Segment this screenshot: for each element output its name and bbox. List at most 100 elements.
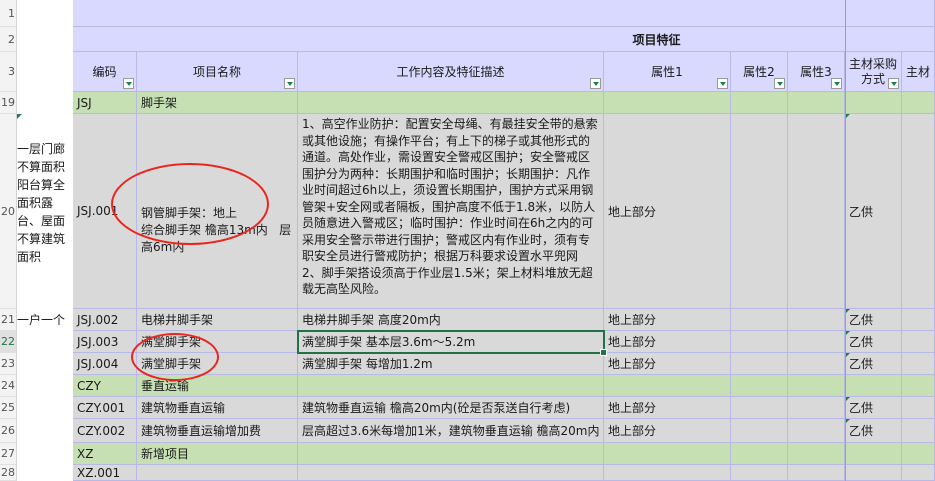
- cell-supply[interactable]: 乙供: [845, 331, 902, 353]
- cell-name[interactable]: 垂直运输: [137, 375, 298, 397]
- row-header[interactable]: 20: [0, 114, 17, 309]
- cell-material[interactable]: [902, 375, 935, 397]
- cell-attr1[interactable]: 地上部分: [604, 419, 731, 443]
- cell-code[interactable]: JSJ: [73, 92, 137, 114]
- row-header[interactable]: 28: [0, 465, 17, 481]
- cell-code[interactable]: JSJ.003: [73, 331, 137, 353]
- row-header[interactable]: 21: [0, 309, 17, 331]
- cell-attr1[interactable]: 地上部分: [604, 309, 731, 331]
- row-header[interactable]: 26: [0, 419, 17, 443]
- cell-desc[interactable]: [298, 92, 604, 114]
- column-header-code[interactable]: 编码: [73, 52, 137, 92]
- note-cell[interactable]: 一层门廊不算面积阳台算全面积露台、屋面不算建筑面积: [17, 140, 72, 265]
- cell-name[interactable]: 满堂脚手架: [137, 331, 298, 353]
- cell-name[interactable]: [137, 465, 298, 481]
- column-header-attr1[interactable]: 属性1: [604, 52, 731, 92]
- column-header-attr3[interactable]: 属性3: [788, 52, 845, 92]
- cell-attr3[interactable]: [788, 419, 845, 443]
- cell-attr2[interactable]: [731, 331, 788, 353]
- cell-code[interactable]: JSJ.001: [73, 114, 137, 309]
- cell-attr3[interactable]: [788, 114, 845, 309]
- cell-attr1[interactable]: 地上部分: [604, 353, 731, 375]
- cell-attr1[interactable]: 地上部分: [604, 331, 731, 353]
- cell-code[interactable]: CZY.001: [73, 397, 137, 419]
- cell-attr2[interactable]: [731, 397, 788, 419]
- cell-attr3[interactable]: [788, 331, 845, 353]
- cell-supply[interactable]: [845, 465, 902, 481]
- row-header[interactable]: 3: [0, 52, 17, 92]
- cell-attr2[interactable]: [731, 465, 788, 481]
- group-title[interactable]: 项目特征: [73, 27, 935, 52]
- cell-attr1[interactable]: 地上部分: [604, 114, 731, 309]
- cell-code[interactable]: XZ: [73, 443, 137, 465]
- cell-attr2[interactable]: [731, 92, 788, 114]
- cell-desc[interactable]: 层高超过3.6米每增加1米，建筑物垂直运输 檐高20m内: [298, 419, 604, 443]
- row-header[interactable]: 27: [0, 443, 17, 465]
- cell-name[interactable]: 建筑物垂直运输增加费: [137, 419, 298, 443]
- filter-dropdown-icon[interactable]: [888, 78, 899, 89]
- cell-attr2[interactable]: [731, 419, 788, 443]
- cell-desc[interactable]: [298, 443, 604, 465]
- cell-attr2[interactable]: [731, 309, 788, 331]
- cell-desc[interactable]: 1、高空作业防护：配置安全母绳、有最挂安全带的悬索或其他设施；有操作平台；有上下…: [298, 114, 604, 309]
- cell-supply[interactable]: 乙供: [845, 397, 902, 419]
- row-header[interactable]: 22: [0, 331, 17, 353]
- cell-material[interactable]: [902, 397, 935, 419]
- cell-attr1[interactable]: [604, 92, 731, 114]
- filter-dropdown-icon[interactable]: [284, 78, 295, 89]
- cell-desc[interactable]: 满堂脚手架 基本层3.6m～5.2m: [298, 331, 604, 353]
- cell-attr3[interactable]: [788, 443, 845, 465]
- cell[interactable]: [73, 0, 935, 27]
- cell-supply[interactable]: 乙供: [845, 114, 902, 309]
- row-header[interactable]: 2: [0, 27, 17, 52]
- cell-attr2[interactable]: [731, 375, 788, 397]
- cell-name[interactable]: 建筑物垂直运输: [137, 397, 298, 419]
- cell-material[interactable]: [902, 92, 935, 114]
- cell-material[interactable]: [902, 419, 935, 443]
- cell-code[interactable]: CZY.002: [73, 419, 137, 443]
- cell-name[interactable]: 钢管脚手架：地上 综合脚手架 檐高13m内 层高6m内: [137, 114, 298, 309]
- cell-supply[interactable]: 乙供: [845, 353, 902, 375]
- cell-code[interactable]: JSJ.004: [73, 353, 137, 375]
- cell-attr1[interactable]: [604, 443, 731, 465]
- cell-desc[interactable]: [298, 465, 604, 481]
- cell-material[interactable]: [902, 465, 935, 481]
- cell-code[interactable]: XZ.001: [73, 465, 137, 481]
- cell-supply[interactable]: [845, 443, 902, 465]
- cell-material[interactable]: [902, 331, 935, 353]
- cell-attr1[interactable]: 地上部分: [604, 397, 731, 419]
- cell-desc[interactable]: 电梯井脚手架 高度20m内: [298, 309, 604, 331]
- cell-code[interactable]: JSJ.002: [73, 309, 137, 331]
- row-header[interactable]: 23: [0, 353, 17, 375]
- filter-dropdown-icon[interactable]: [590, 78, 601, 89]
- filter-dropdown-icon[interactable]: [774, 78, 785, 89]
- cell-supply[interactable]: 乙供: [845, 419, 902, 443]
- cell-name[interactable]: 新增项目: [137, 443, 298, 465]
- cell-attr3[interactable]: [788, 397, 845, 419]
- column-header-name[interactable]: 项目名称: [137, 52, 298, 92]
- cell-attr2[interactable]: [731, 353, 788, 375]
- cell-material[interactable]: [902, 443, 935, 465]
- row-header[interactable]: 25: [0, 397, 17, 419]
- cell-attr2[interactable]: [731, 443, 788, 465]
- row-header[interactable]: 24: [0, 375, 17, 397]
- cell-code[interactable]: CZY: [73, 375, 137, 397]
- row-header[interactable]: 19: [0, 92, 17, 114]
- row-header[interactable]: 1: [0, 0, 17, 27]
- cell-name[interactable]: 脚手架: [137, 92, 298, 114]
- cell-attr1[interactable]: [604, 375, 731, 397]
- column-header-material[interactable]: 主材: [902, 52, 935, 92]
- cell-supply[interactable]: [845, 92, 902, 114]
- cell-desc[interactable]: 建筑物垂直运输 檐高20m内(砼是否泵送自行考虑): [298, 397, 604, 419]
- column-header-desc[interactable]: 工作内容及特征描述: [298, 52, 604, 92]
- cell-attr3[interactable]: [788, 92, 845, 114]
- note-cell[interactable]: 一户一个: [17, 311, 72, 329]
- cell-attr3[interactable]: [788, 375, 845, 397]
- filter-dropdown-icon[interactable]: [123, 78, 134, 89]
- cell-attr3[interactable]: [788, 465, 845, 481]
- cell-attr3[interactable]: [788, 309, 845, 331]
- column-header-attr2[interactable]: 属性2: [731, 52, 788, 92]
- cell-supply[interactable]: [845, 375, 902, 397]
- cell-attr1[interactable]: [604, 465, 731, 481]
- cell-material[interactable]: [902, 309, 935, 331]
